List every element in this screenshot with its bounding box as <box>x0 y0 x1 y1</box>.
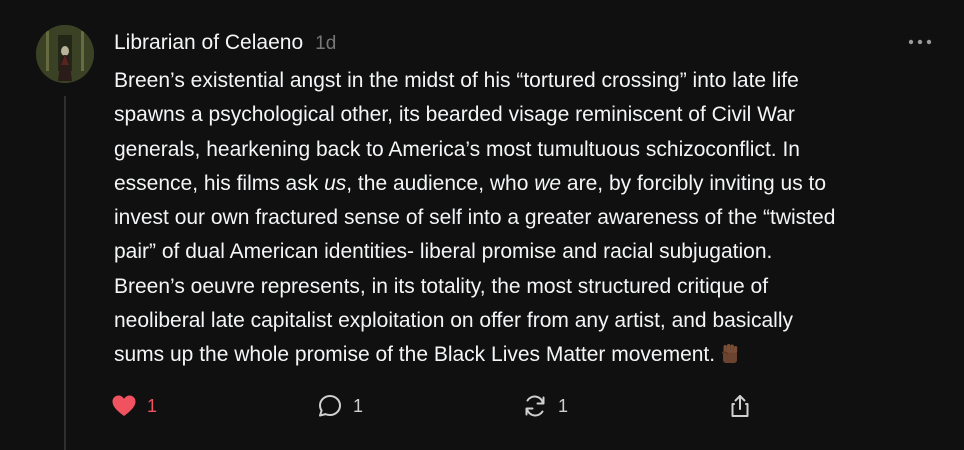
thread-post: Librarian of Celaeno 1d Breen’s existent… <box>0 0 964 450</box>
body-line: Breen’s oeuvre represents, in its totali… <box>114 274 769 298</box>
thread-line <box>64 96 66 450</box>
raised-fist-emoji-icon <box>719 342 741 364</box>
post-timestamp[interactable]: 1d <box>315 33 336 55</box>
emphasis-us: us <box>324 171 347 195</box>
emphasis-we: we <box>534 171 562 195</box>
post-body: Breen’s existential angst in the midst o… <box>114 64 936 373</box>
reply-count: 1 <box>353 395 364 416</box>
body-line: sums up the whole promise of the Black L… <box>114 338 936 372</box>
author-name[interactable]: Librarian of Celaeno <box>114 31 303 55</box>
comment-icon <box>317 393 343 419</box>
body-line: pair” of dual American identities- liber… <box>114 240 773 264</box>
body-line: Breen’s existential angst in the midst o… <box>114 69 799 92</box>
avatar[interactable] <box>36 25 94 83</box>
like-button[interactable]: 1 <box>111 393 157 419</box>
repost-button[interactable]: 1 <box>522 393 568 419</box>
body-line: spawns a psychological other, its bearde… <box>114 103 795 127</box>
body-line: essence, his films ask us, the audience,… <box>114 171 827 195</box>
body-line: generals, hearkening back to America’s m… <box>114 137 800 161</box>
heart-filled-icon <box>111 394 137 418</box>
reply-button[interactable]: 1 <box>317 393 363 419</box>
post-header: Librarian of Celaeno 1d <box>114 31 336 57</box>
repost-count: 1 <box>558 395 569 416</box>
body-line: invest our own fractured sense of self i… <box>114 206 836 230</box>
repost-icon <box>522 393 548 419</box>
body-line: neoliberal late capitalist exploitation … <box>114 309 793 333</box>
more-icon[interactable] <box>906 36 934 48</box>
like-count: 1 <box>147 395 158 416</box>
share-icon <box>727 393 753 419</box>
share-button[interactable] <box>727 393 753 419</box>
